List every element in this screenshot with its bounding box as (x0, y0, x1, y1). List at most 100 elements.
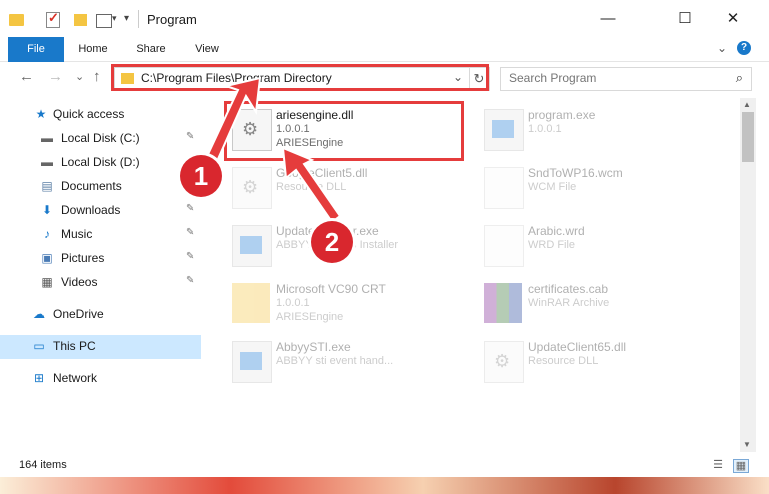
close-button[interactable]: ✕ (710, 0, 756, 37)
sidebar-item-onedrive[interactable]: ☁ OneDrive (0, 303, 201, 327)
details-view-icon[interactable]: ☰ (711, 459, 725, 471)
search-icon[interactable]: ⌕ (736, 70, 743, 86)
file-name: UpdateClient65.dll (528, 340, 627, 354)
exe-file-icon (484, 109, 524, 151)
expand-ribbon-icon[interactable]: ⌄ (717, 41, 727, 55)
address-bar-highlight (111, 64, 489, 91)
new-folder-icon[interactable] (74, 14, 87, 26)
sidebar-item-videos[interactable]: ▦ Videos ✎ (0, 271, 201, 295)
file-item-googleclient5-dll[interactable]: GoogleClient5.dll Resource DLL (226, 161, 466, 213)
tab-view[interactable]: View (180, 37, 234, 61)
sidebar-item-label: Documents (61, 179, 122, 193)
archive-file-icon (484, 283, 522, 323)
navigation-pane: ★ Quick access ▬ Local Disk (C:) ✎ ▬ Loc… (0, 98, 201, 452)
file-name: GoogleClient5.dll (276, 166, 368, 180)
vertical-scrollbar[interactable]: ▲ ▼ (740, 98, 756, 452)
file-type: Resource DLL (528, 355, 599, 367)
drive-icon: ▬ (41, 155, 53, 169)
properties-check-icon[interactable]: ✓ (46, 10, 60, 28)
tab-home[interactable]: Home (66, 37, 120, 61)
file-description: ABBYY sti event hand... (276, 355, 394, 367)
sidebar-item-label: This PC (53, 339, 96, 353)
sidebar-item-label: Local Disk (C:) (61, 131, 140, 145)
pictures-icon: ▣ (41, 251, 53, 265)
scroll-down-icon[interactable]: ▼ (743, 440, 751, 449)
file-item-arabic-wrd[interactable]: Arabic.wrd WRD File (478, 219, 718, 271)
view-dropdown-icon[interactable]: ▾ (112, 13, 117, 29)
dll-file-icon (484, 341, 524, 383)
network-icon: ⊞ (33, 371, 45, 385)
file-version: 1.0.0.1 (276, 297, 310, 309)
scroll-up-icon[interactable]: ▲ (743, 100, 751, 109)
status-bar: 164 items ☰ ▦ (0, 455, 769, 477)
file-item-sndtowp16-wcm[interactable]: SndToWP16.wcm WCM File (478, 161, 718, 213)
folder-icon[interactable] (9, 14, 24, 26)
up-button[interactable]: ↑ (93, 68, 101, 85)
pin-icon[interactable]: ✎ (186, 203, 194, 214)
search-input[interactable] (501, 68, 709, 88)
file-name: Arabic.wrd (528, 224, 585, 238)
file-name: SndToWP16.wcm (528, 166, 623, 180)
pin-icon[interactable]: ✎ (186, 131, 194, 142)
tiles-view-icon[interactable]: ▦ (733, 459, 749, 473)
file-version: 1.0.0.1 (528, 123, 562, 135)
sidebar-item-local-disk-d[interactable]: ▬ Local Disk (D:) (0, 151, 201, 175)
help-icon[interactable]: ? (737, 41, 751, 55)
sidebar-item-label: Local Disk (D:) (61, 155, 140, 169)
recent-locations-icon[interactable]: ⌄ (75, 70, 84, 83)
sidebar-item-label: Quick access (53, 107, 125, 121)
file-type: Resource DLL (276, 181, 347, 193)
customize-arrow-icon[interactable]: ▾ (124, 13, 129, 29)
maximize-button[interactable]: ☐ (662, 0, 708, 37)
minimize-button[interactable]: — (585, 0, 631, 37)
file-type: WinRAR Archive (528, 297, 610, 309)
pin-icon[interactable]: ✎ (186, 275, 194, 286)
file-type: WCM File (528, 181, 577, 193)
sidebar-item-label: Pictures (61, 251, 105, 265)
back-button[interactable]: ← (19, 68, 34, 85)
sidebar-item-pictures[interactable]: ▣ Pictures ✎ (0, 247, 201, 271)
step-1-badge: 1 (180, 155, 222, 197)
document-file-icon (484, 167, 524, 209)
file-item-certificates-cab[interactable]: certificates.cab WinRAR Archive (478, 277, 718, 329)
file-name: certificates.cab (528, 282, 609, 296)
forward-button[interactable]: → (48, 68, 63, 85)
sidebar-item-label: Videos (61, 275, 98, 289)
videos-icon: ▦ (41, 275, 53, 289)
pin-icon[interactable]: ✎ (186, 251, 194, 262)
sidebar-item-this-pc[interactable]: ▭ This PC (0, 335, 201, 359)
document-file-icon (484, 225, 524, 267)
file-item-program-exe[interactable]: program.exe 1.0.0.1 (478, 103, 718, 155)
item-count: 164 items (19, 459, 67, 471)
search-box[interactable]: ⌕ (500, 67, 752, 91)
file-item-microsoft-vc90-crt[interactable]: Microsoft VC90 CRT 1.0.0.1 ARIESEngine (226, 277, 466, 329)
tab-share[interactable]: Share (124, 37, 178, 61)
computer-icon: ▭ (33, 339, 45, 353)
file-name: AbbyySTI.exe (276, 340, 351, 354)
sidebar-item-documents[interactable]: ▤ Documents (0, 175, 201, 199)
file-item-abbyysti-exe[interactable]: AbbyySTI.exe ABBYY sti event hand... (226, 335, 466, 387)
sidebar-item-label: Network (53, 371, 98, 385)
sidebar-item-network[interactable]: ⊞ Network (0, 367, 201, 391)
window-title: Program (147, 12, 197, 27)
view-icon[interactable] (96, 14, 112, 28)
sidebar-item-quick-access[interactable]: ★ Quick access (0, 103, 201, 127)
sidebar-item-label: OneDrive (53, 307, 104, 321)
documents-icon: ▤ (41, 179, 53, 193)
pin-icon[interactable]: ✎ (186, 227, 194, 238)
drive-icon: ▬ (41, 131, 53, 145)
cloud-icon: ☁ (33, 307, 45, 321)
file-item-updateclient65-dll[interactable]: UpdateClient65.dll Resource DLL (478, 335, 718, 387)
scroll-thumb[interactable] (742, 112, 754, 162)
desktop-wallpaper-strip (0, 477, 769, 494)
dll-file-highlight (224, 101, 464, 161)
step-2-badge: 2 (311, 221, 353, 263)
sidebar-item-label: Music (61, 227, 93, 241)
title-separator (138, 10, 139, 28)
exe-file-icon (232, 225, 272, 267)
music-icon: ♪ (44, 227, 50, 241)
sidebar-item-downloads[interactable]: ⬇ Downloads ✎ (0, 199, 201, 223)
sidebar-item-local-disk-c[interactable]: ▬ Local Disk (C:) ✎ (0, 127, 201, 151)
file-name: program.exe (528, 108, 596, 122)
sidebar-item-music[interactable]: ♪ Music ✎ (0, 223, 201, 247)
